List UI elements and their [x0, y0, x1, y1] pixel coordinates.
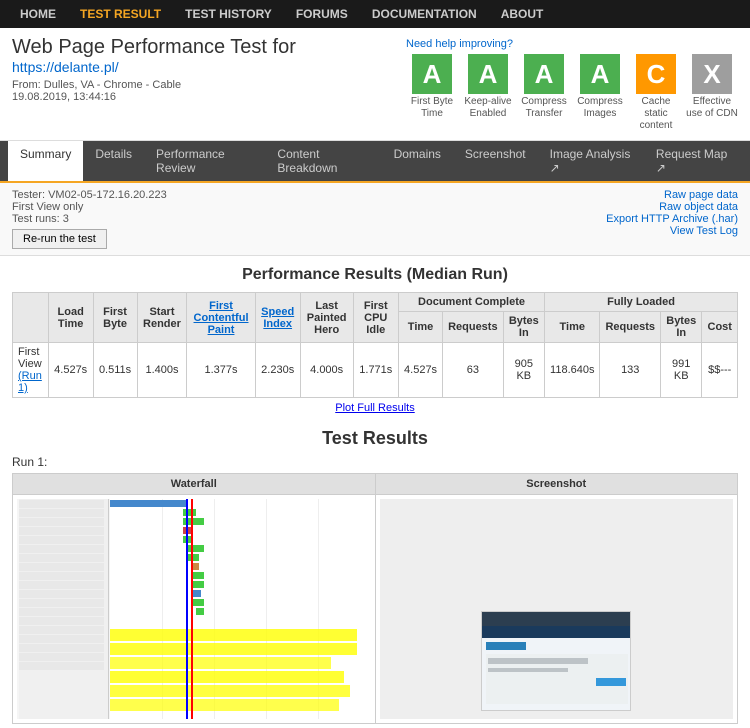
grade-box: A	[412, 54, 452, 94]
nav-documentation[interactable]: DOCUMENTATION	[360, 7, 489, 21]
page-title: Web Page Performance Test for	[12, 36, 296, 59]
grade-box: C	[636, 54, 676, 94]
tab-screenshot[interactable]: Screenshot	[453, 141, 538, 181]
grade-label: First Byte Time	[406, 96, 458, 120]
cell-fl-time: 118.640s	[545, 343, 600, 398]
col-doc-time: Time	[399, 312, 443, 343]
page-header: Web Page Performance Test for https://de…	[0, 28, 750, 141]
cell-doc-requests: 63	[443, 343, 504, 398]
view-info: First View only	[12, 201, 167, 213]
cell-fcp: 1.377s	[187, 343, 255, 398]
grade-item: CCache static content	[630, 54, 682, 132]
col-fl-cost: Cost	[702, 312, 738, 343]
cell-first-byte: 0.511s	[93, 343, 137, 398]
nav-home[interactable]: HOME	[8, 7, 68, 21]
nav-forums[interactable]: FORUMS	[284, 7, 360, 21]
row-name: First View(Run 1)	[13, 343, 49, 398]
col-fcp: First Contentful Paint	[187, 293, 255, 343]
grade-label: Keep-alive Enabled	[462, 96, 514, 120]
cell-first-cpu: 1.771s	[353, 343, 399, 398]
cell-last-painted: 4.000s	[300, 343, 353, 398]
grade-label: Compress Transfer	[518, 96, 570, 120]
cell-start-render: 1.400s	[137, 343, 187, 398]
runs-info: Test runs: 3	[12, 213, 167, 225]
tab-details[interactable]: Details	[83, 141, 144, 181]
col-first-cpu: First CPU Idle	[353, 293, 399, 343]
col-last-painted: Last Painted Hero	[300, 293, 353, 343]
run-label: Run 1:	[12, 455, 738, 469]
grade-box: A	[524, 54, 564, 94]
cell-doc-time: 4.527s	[399, 343, 443, 398]
grade-container: AFirst Byte TimeAKeep-alive EnabledAComp…	[406, 54, 738, 132]
navigation: HOME TEST RESULT TEST HISTORY FORUMS DOC…	[0, 0, 750, 28]
nav-test-result[interactable]: TEST RESULT	[68, 7, 173, 21]
grade-item: XEffective use of CDN	[686, 54, 738, 132]
performance-table: Load Time First Byte Start Render First …	[12, 292, 738, 398]
plot-link-container: Plot Full Results	[12, 402, 738, 414]
nav-about[interactable]: ABOUT	[489, 7, 556, 21]
col-doc-complete: Document Complete	[399, 293, 545, 312]
test-url-link[interactable]: https://delante.pl/	[12, 59, 119, 75]
export-link[interactable]: Export HTTP Archive (.har)	[606, 213, 738, 225]
grade-item: AFirst Byte Time	[406, 54, 458, 132]
tab-summary[interactable]: Summary	[8, 141, 83, 181]
grade-item: AKeep-alive Enabled	[462, 54, 514, 132]
cell-fl-bytes: 991 KB	[661, 343, 702, 398]
nav-test-history[interactable]: TEST HISTORY	[173, 7, 284, 21]
waterfall-visualization	[17, 499, 371, 719]
plot-full-results-link[interactable]: Plot Full Results	[335, 402, 414, 414]
grade-box: A	[468, 54, 508, 94]
screenshot-header: Screenshot	[375, 474, 738, 495]
col-fl-requests: Requests	[600, 312, 661, 343]
test-results-title: Test Results	[12, 428, 738, 449]
grade-item: ACompress Transfer	[518, 54, 570, 132]
grade-item: ACompress Images	[574, 54, 626, 132]
col-start-render: Start Render	[137, 293, 187, 343]
performance-section: Performance Results (Median Run) Load Ti…	[0, 256, 750, 424]
help-link[interactable]: Need help improving?	[406, 38, 513, 50]
grade-box: A	[580, 54, 620, 94]
col-doc-bytes: Bytes In	[503, 312, 544, 343]
grade-label: Effective use of CDN	[686, 96, 738, 120]
waterfall-cell	[13, 495, 376, 724]
raw-object-link[interactable]: Raw object data	[606, 201, 738, 213]
col-fully-loaded: Fully Loaded	[545, 293, 738, 312]
tab-content-breakdown[interactable]: Content Breakdown	[265, 141, 381, 181]
tab-request-map[interactable]: Request Map ↗	[644, 141, 742, 181]
raw-page-link[interactable]: Raw page data	[606, 189, 738, 201]
waterfall-header: Waterfall	[13, 474, 376, 495]
cell-load-time: 4.527s	[48, 343, 93, 398]
run-table: Waterfall Screenshot	[12, 473, 738, 724]
tab-image-analysis[interactable]: Image Analysis ↗	[538, 141, 644, 181]
tab-bar: Summary Details Performance Review Conte…	[0, 141, 750, 183]
from-info: From: Dulles, VA - Chrome - Cable 19.08.…	[12, 79, 296, 103]
col-first-byte: First Byte	[93, 293, 137, 343]
cell-fl-requests: 133	[600, 343, 661, 398]
cell-fl-cost: $$---	[702, 343, 738, 398]
tester-info: Tester: VM02-05-172.16.20.223	[12, 189, 167, 201]
rerun-button[interactable]: Re-run the test	[12, 229, 107, 249]
screenshot-preview	[481, 611, 631, 711]
grade-label: Compress Images	[574, 96, 626, 120]
tab-performance-review[interactable]: Performance Review	[144, 141, 265, 181]
performance-title: Performance Results (Median Run)	[12, 266, 738, 284]
grade-label: Cache static content	[630, 96, 682, 132]
col-doc-requests: Requests	[443, 312, 504, 343]
grade-box: X	[692, 54, 732, 94]
col-speed-index: Speed Index	[255, 293, 300, 343]
info-bar: Tester: VM02-05-172.16.20.223 First View…	[0, 183, 750, 256]
col-fl-bytes: Bytes In	[661, 312, 702, 343]
col-load-time: Load Time	[48, 293, 93, 343]
col-fl-time: Time	[545, 312, 600, 343]
view-log-link[interactable]: View Test Log	[606, 225, 738, 237]
run-link[interactable]: (Run 1)	[18, 370, 42, 394]
table-row: First View(Run 1) 4.527s 0.511s 1.400s 1…	[13, 343, 738, 398]
test-results-section: Test Results Run 1: Waterfall Screenshot	[0, 424, 750, 728]
tab-domains[interactable]: Domains	[382, 141, 453, 181]
cell-doc-bytes: 905 KB	[503, 343, 544, 398]
screenshot-cell	[375, 495, 738, 724]
cell-speed-index: 2.230s	[255, 343, 300, 398]
